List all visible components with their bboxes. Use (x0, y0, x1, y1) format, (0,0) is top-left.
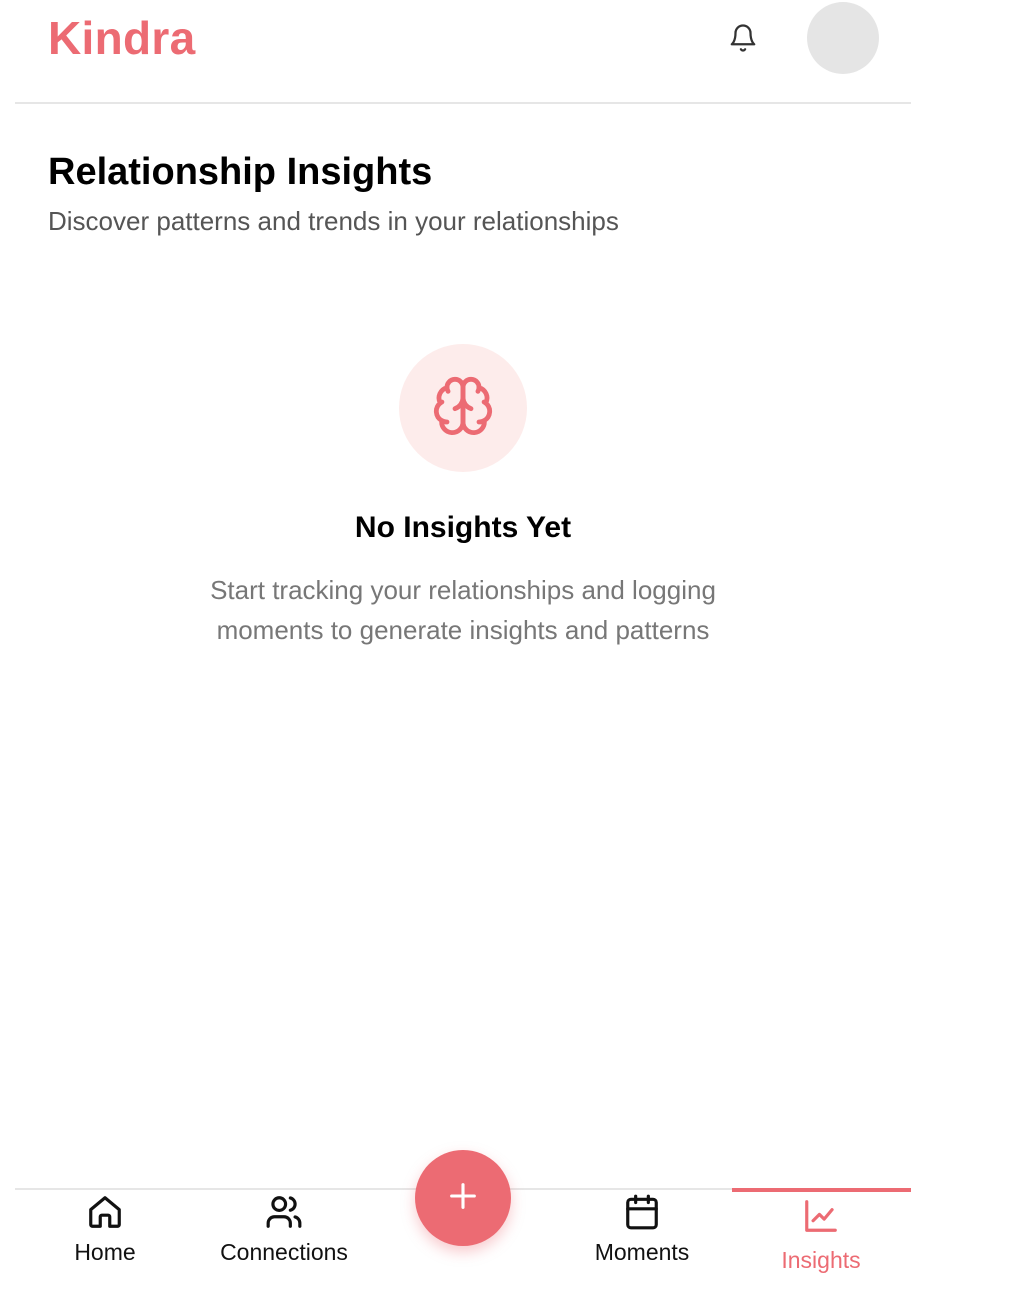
users-icon (264, 1192, 304, 1232)
calendar-icon (622, 1192, 662, 1232)
nav-item-home[interactable]: Home (45, 1190, 165, 1294)
brand-logo[interactable]: Kindra (48, 12, 195, 64)
avatar[interactable] (807, 2, 879, 74)
add-button[interactable] (415, 1150, 511, 1246)
nav-item-moments[interactable]: Moments (582, 1190, 702, 1294)
empty-state-description: Start tracking your relationships and lo… (210, 575, 716, 645)
home-icon (85, 1192, 125, 1232)
app-root: Kindra Relationship Insights Discover pa… (0, 0, 1028, 1294)
app-header: Kindra (15, 0, 911, 104)
nav-label-home: Home (74, 1239, 136, 1265)
plus-icon (446, 1179, 480, 1218)
nav-label-insights: Insights (781, 1247, 861, 1273)
bell-icon[interactable] (725, 20, 761, 56)
nav-item-connections[interactable]: Connections (209, 1190, 359, 1294)
nav-label-moments: Moments (594, 1239, 690, 1265)
empty-state-title: No Insights Yet (354, 511, 572, 544)
nav-label-connections: Connections (220, 1239, 348, 1265)
chart-line-icon (801, 1196, 841, 1236)
brain-icon (431, 374, 495, 443)
nav-item-insights[interactable]: Insights (761, 1190, 881, 1294)
page-title: Relationship Insights (48, 151, 433, 193)
page-subtitle: Discover patterns and trends in your rel… (48, 206, 619, 236)
empty-state-icon-circle (399, 344, 527, 472)
